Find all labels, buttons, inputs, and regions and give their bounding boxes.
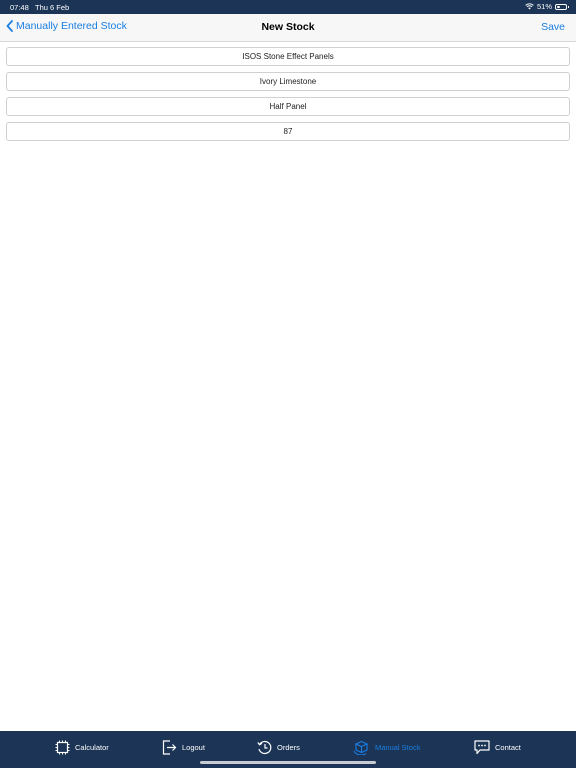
save-button[interactable]: Save (541, 21, 565, 33)
tab-orders-label: Orders (277, 742, 300, 752)
tab-logout-label: Logout (182, 742, 205, 752)
manual-stock-icon (353, 740, 369, 755)
page-title: New Stock (261, 21, 315, 33)
stock-form: ISOS Stone Effect Panels Ivory Limestone… (6, 47, 570, 147)
tab-orders[interactable]: Orders (257, 737, 300, 757)
wifi-icon (525, 3, 534, 10)
calculator-icon (55, 740, 70, 754)
tab-manual-stock[interactable]: Manual Stock (353, 737, 420, 757)
status-right: 51% (525, 2, 569, 11)
orders-history-icon (257, 740, 272, 754)
tab-calculator[interactable]: Calculator (55, 737, 109, 757)
home-indicator (200, 761, 376, 764)
product-range-field[interactable]: ISOS Stone Effect Panels (6, 47, 570, 66)
colour-field[interactable]: Ivory Limestone (6, 72, 570, 91)
quantity-field[interactable]: 87 (6, 122, 570, 141)
battery-fill (557, 5, 561, 8)
tab-calculator-label: Calculator (75, 742, 109, 752)
contact-chat-icon (474, 739, 490, 754)
battery-percent: 51% (536, 2, 552, 11)
status-bar: 07:48 Thu 6 Feb 51% (0, 0, 576, 14)
tab-contact[interactable]: Contact (474, 737, 521, 757)
navigation-bar: Manually Entered Stock New Stock Save (0, 14, 576, 42)
status-time: 07:48 (10, 3, 29, 12)
tab-logout[interactable]: Logout (162, 737, 205, 757)
tab-contact-label: Contact (495, 742, 521, 752)
logout-icon (162, 739, 177, 755)
battery-icon (555, 3, 569, 10)
status-date: Thu 6 Feb (35, 3, 70, 12)
tab-manual-stock-label: Manual Stock (375, 742, 421, 752)
size-field[interactable]: Half Panel (6, 97, 570, 116)
